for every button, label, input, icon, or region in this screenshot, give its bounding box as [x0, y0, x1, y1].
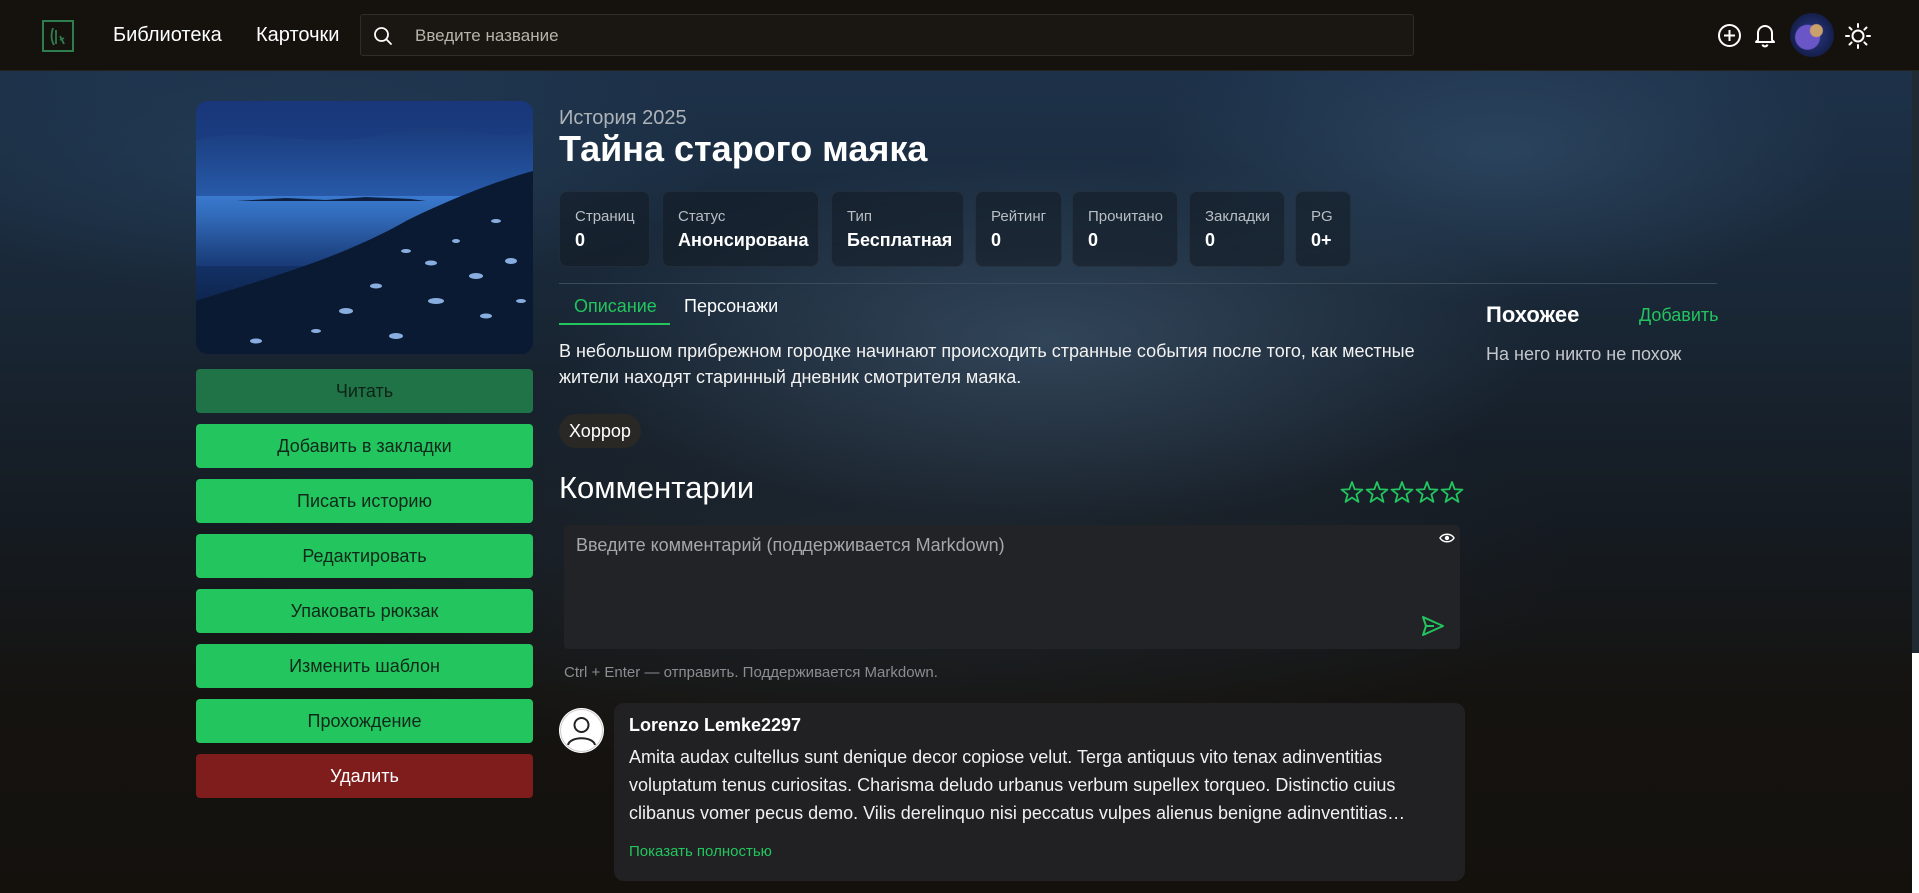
comment-card: Lorenzo Lemke2297 Amita audax cultellus … — [614, 703, 1465, 881]
add-bookmark-button[interactable]: Добавить в закладки — [196, 424, 533, 468]
change-template-button[interactable]: Изменить шаблон — [196, 644, 533, 688]
stat-pages: Страниц 0 — [559, 191, 650, 267]
comment-hint: Ctrl + Enter — отправить. Поддерживается… — [564, 664, 938, 681]
logo-icon[interactable] — [42, 20, 74, 52]
stat-status: Статус Анонсирована — [662, 191, 819, 267]
stat-label: Страниц — [575, 208, 635, 225]
send-icon[interactable] — [1421, 615, 1445, 642]
commenter-avatar[interactable] — [559, 708, 604, 753]
stat-label: PG — [1311, 208, 1333, 225]
stat-value: 0 — [991, 230, 1002, 250]
story-cover-image — [196, 101, 533, 354]
add-circle-icon[interactable] — [1717, 23, 1742, 53]
user-avatar[interactable] — [1790, 13, 1834, 57]
stat-rating: Рейтинг 0 — [975, 191, 1062, 267]
stat-age-rating: PG 0+ — [1295, 191, 1351, 267]
stat-label: Прочитано — [1088, 208, 1163, 225]
walkthrough-button[interactable]: Прохождение — [196, 699, 533, 743]
add-similar-link[interactable]: Добавить — [1639, 305, 1719, 326]
search-input[interactable] — [413, 15, 1397, 57]
story-subtitle: История 2025 — [559, 107, 687, 129]
stat-value: 0 — [1088, 230, 1099, 250]
story-description: В небольшом прибрежном городке начинают … — [559, 341, 1415, 387]
stat-label: Статус — [678, 208, 726, 225]
similar-heading: Похожее — [1486, 302, 1580, 327]
story-title: Тайна старого маяка — [559, 128, 928, 169]
comment-input[interactable] — [574, 533, 1428, 637]
star-icon[interactable] — [1365, 481, 1389, 503]
stat-value: Анонсирована — [678, 230, 809, 250]
stat-value: 0 — [1205, 230, 1216, 250]
section-divider — [559, 283, 1717, 284]
stat-bookmarks: Закладки 0 — [1189, 191, 1285, 267]
write-story-button[interactable]: Писать историю — [196, 479, 533, 523]
comments-heading: Комментарии — [559, 470, 755, 505]
star-icon[interactable] — [1340, 481, 1364, 503]
stat-value: 0 — [575, 230, 586, 250]
stat-label: Рейтинг — [991, 208, 1047, 225]
tab-description[interactable]: Описание — [574, 296, 657, 317]
stat-label: Тип — [847, 208, 873, 225]
tab-characters[interactable]: Персонажи — [684, 296, 778, 317]
star-icon[interactable] — [1390, 481, 1414, 503]
nav-library-link[interactable]: Библиотека — [113, 24, 222, 47]
eye-preview-icon[interactable] — [1439, 531, 1455, 549]
nav-cards-link[interactable]: Карточки — [256, 24, 339, 47]
stat-label: Закладки — [1205, 208, 1270, 225]
comment-editor — [564, 525, 1460, 649]
comment-text: Amita audax cultellus sunt denique decor… — [629, 747, 1396, 823]
star-icon[interactable] — [1440, 481, 1464, 503]
search-icon — [374, 27, 392, 45]
comment-author[interactable]: Lorenzo Lemke2297 — [629, 715, 801, 736]
stat-type: Тип Бесплатная — [831, 191, 964, 267]
show-full-link[interactable]: Показать полностью — [629, 843, 772, 860]
pack-backpack-button[interactable]: Упаковать рюкзак — [196, 589, 533, 633]
delete-button[interactable]: Удалить — [196, 754, 533, 798]
read-button[interactable]: Читать — [196, 369, 533, 413]
star-icon[interactable] — [1415, 481, 1439, 503]
edit-button[interactable]: Редактировать — [196, 534, 533, 578]
stat-value: Бесплатная — [847, 230, 953, 250]
search-bar — [360, 14, 1414, 57]
sun-theme-icon[interactable] — [1844, 22, 1872, 55]
story-page: Читать Добавить в закладки Писать истори… — [0, 0, 1919, 893]
bell-icon[interactable] — [1753, 22, 1777, 53]
top-navigation-bar: Библиотека Карточки — [0, 0, 1919, 71]
rating-stars — [1340, 480, 1465, 511]
genre-tag[interactable]: Хоррор — [559, 414, 641, 448]
stat-value: 0+ — [1311, 230, 1332, 250]
stat-read-count: Прочитано 0 — [1072, 191, 1178, 267]
active-tab-indicator — [559, 323, 670, 325]
similar-empty-text: На него никто не похож — [1486, 344, 1682, 364]
